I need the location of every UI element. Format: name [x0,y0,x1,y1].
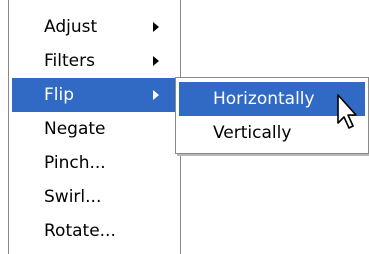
arrow-cursor-icon [337,94,357,129]
effects-menu: Adjust Filters Flip Negate Pinch... Swir… [8,0,181,254]
menu-item-filters[interactable]: Filters [12,44,177,78]
screenshot-stage: Adjust Filters Flip Negate Pinch... Swir… [0,0,369,254]
menu-item-label: Adjust [44,17,98,37]
menu-item-adjust[interactable]: Adjust [12,10,177,44]
menu-item-label: Pinch... [44,153,106,173]
menu-item-label: Negate [44,119,106,139]
menu-item-swirl[interactable]: Swirl... [12,180,177,214]
menu-item-flip[interactable]: Flip [12,78,177,112]
menu-item-rotate[interactable]: Rotate... [12,214,177,248]
menu-item-label: Flip [44,85,75,105]
submenu-arrow-icon [153,90,159,100]
submenu-item-label: Vertically [213,123,292,143]
menu-item-label: Swirl... [44,187,102,207]
menu-item-pinch[interactable]: Pinch... [12,146,177,180]
menu-item-negate[interactable]: Negate [12,112,177,146]
menu-item-label: Rotate... [44,221,116,241]
submenu-arrow-icon [153,56,159,66]
submenu-arrow-icon [153,22,159,32]
menu-item-label: Filters [44,51,95,71]
submenu-item-label: Horizontally [213,89,315,109]
